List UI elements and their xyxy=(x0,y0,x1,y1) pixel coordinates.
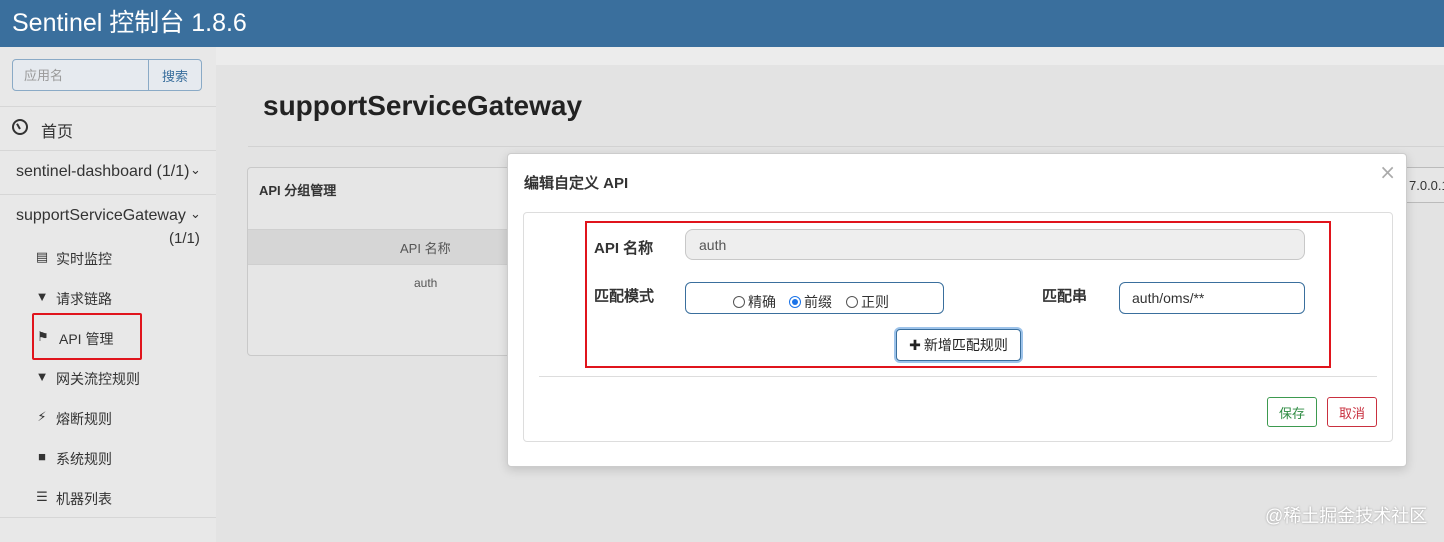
app-count: (1/1) xyxy=(169,230,200,247)
radio-circle xyxy=(733,296,745,308)
close-icon[interactable]: × xyxy=(1379,160,1396,184)
sidebar: 搜索 首页 sentinel-dashboard (1/1) ⌄ support… xyxy=(0,47,216,542)
match-string-input[interactable] xyxy=(1119,282,1305,314)
app-search-input[interactable] xyxy=(12,59,149,91)
sidebar-item-machine-list[interactable]: ☰ 机器列表 xyxy=(0,488,216,508)
sidebar-item-label: 请求链路 xyxy=(56,291,112,307)
plus-icon: ✚ xyxy=(909,337,921,353)
radio-exact[interactable]: 精确 xyxy=(733,292,776,312)
app-name: sentinel-dashboard (1/1) xyxy=(16,163,190,180)
divider xyxy=(0,150,216,151)
sidebar-app-sentinel-dashboard[interactable]: sentinel-dashboard (1/1) ⌄ xyxy=(0,162,216,184)
page-title: supportServiceGateway xyxy=(263,90,583,121)
sidebar-app-supportservicegateway[interactable]: supportServiceGateway ⌄ (1/1) xyxy=(0,206,216,247)
divider xyxy=(248,146,1444,147)
radio-circle xyxy=(846,296,858,308)
sidebar-item-label: 机器列表 xyxy=(56,491,112,507)
chevron-down-icon: ⌄ xyxy=(190,206,201,221)
watermark: @稀土掘金技术社区 xyxy=(1265,506,1428,526)
sidebar-item-label: 系统规则 xyxy=(56,451,112,467)
radio-prefix[interactable]: 前缀 xyxy=(789,292,832,312)
api-group-card: API 分组管理 API 名称 auth xyxy=(247,167,517,356)
match-string-label: 匹配串 xyxy=(1042,288,1088,305)
card-title: API 分组管理 xyxy=(259,183,337,198)
sidebar-item-label: 实时监控 xyxy=(56,251,112,267)
sidebar-item-degrade-rules[interactable]: ⚡ 熔断规则 xyxy=(0,408,216,428)
modal-body: API 名称 匹配模式 精确 前缀 正则 匹配串 ✚新增匹配规则 保存 取消 xyxy=(523,212,1393,442)
api-name-label: API 名称 xyxy=(594,240,654,257)
add-match-rule-button[interactable]: ✚ 新增匹配规则 xyxy=(896,329,1021,361)
app-search: 搜索 xyxy=(12,59,202,91)
chevron-down-icon: ⌄ xyxy=(190,162,201,177)
column-header-api-name: API 名称 xyxy=(400,241,451,256)
divider xyxy=(0,194,216,195)
cancel-button[interactable]: 取消 xyxy=(1327,397,1377,427)
sidebar-item-home[interactable]: 首页 xyxy=(0,117,216,141)
top-header: Sentinel 控制台 1.8.6 xyxy=(0,0,1444,47)
bar-chart-icon: ▤ xyxy=(35,249,49,264)
match-mode-radio-group: 精确 前缀 正则 xyxy=(685,282,944,314)
sidebar-item-system-rules[interactable]: ■ 系统规则 xyxy=(0,448,216,468)
brand-title[interactable]: Sentinel 控制台 1.8.6 xyxy=(12,3,247,39)
divider xyxy=(539,376,1377,377)
divider xyxy=(0,106,216,107)
save-button[interactable]: 保存 xyxy=(1267,397,1317,427)
api-name-input[interactable] xyxy=(685,229,1305,260)
dashboard-icon xyxy=(12,119,28,135)
edit-api-modal: 编辑自定义 API × API 名称 匹配模式 精确 前缀 正则 匹配串 ✚新增… xyxy=(507,153,1407,467)
search-button[interactable]: 搜索 xyxy=(148,59,202,91)
sidebar-item-trace[interactable]: ▼ 请求链路 xyxy=(0,288,216,308)
sidebar-item-label: 网关流控规则 xyxy=(56,371,140,387)
modal-title: 编辑自定义 API xyxy=(524,175,629,192)
filter-icon: ▼ xyxy=(35,289,49,304)
app-name: supportServiceGateway xyxy=(16,207,186,224)
table-row: auth xyxy=(414,276,438,290)
lock-icon: ■ xyxy=(38,449,46,464)
radio-regex[interactable]: 正则 xyxy=(846,292,889,312)
radio-circle-selected xyxy=(789,296,801,308)
match-mode-label: 匹配模式 xyxy=(594,288,655,305)
divider xyxy=(0,517,216,518)
sidebar-item-gateway-flow-rules[interactable]: ▼ 网关流控规则 xyxy=(0,368,216,388)
filter-icon: ▼ xyxy=(35,369,49,384)
sidebar-item-label: 首页 xyxy=(41,124,74,141)
list-icon: ☰ xyxy=(36,489,48,504)
flash-icon: ⚡ xyxy=(37,409,47,424)
sidebar-item-monitor[interactable]: ▤ 实时监控 xyxy=(0,248,216,268)
table-header: API 名称 xyxy=(248,229,516,265)
highlight-box xyxy=(32,313,142,360)
sidebar-item-label: 熔断规则 xyxy=(56,411,112,427)
